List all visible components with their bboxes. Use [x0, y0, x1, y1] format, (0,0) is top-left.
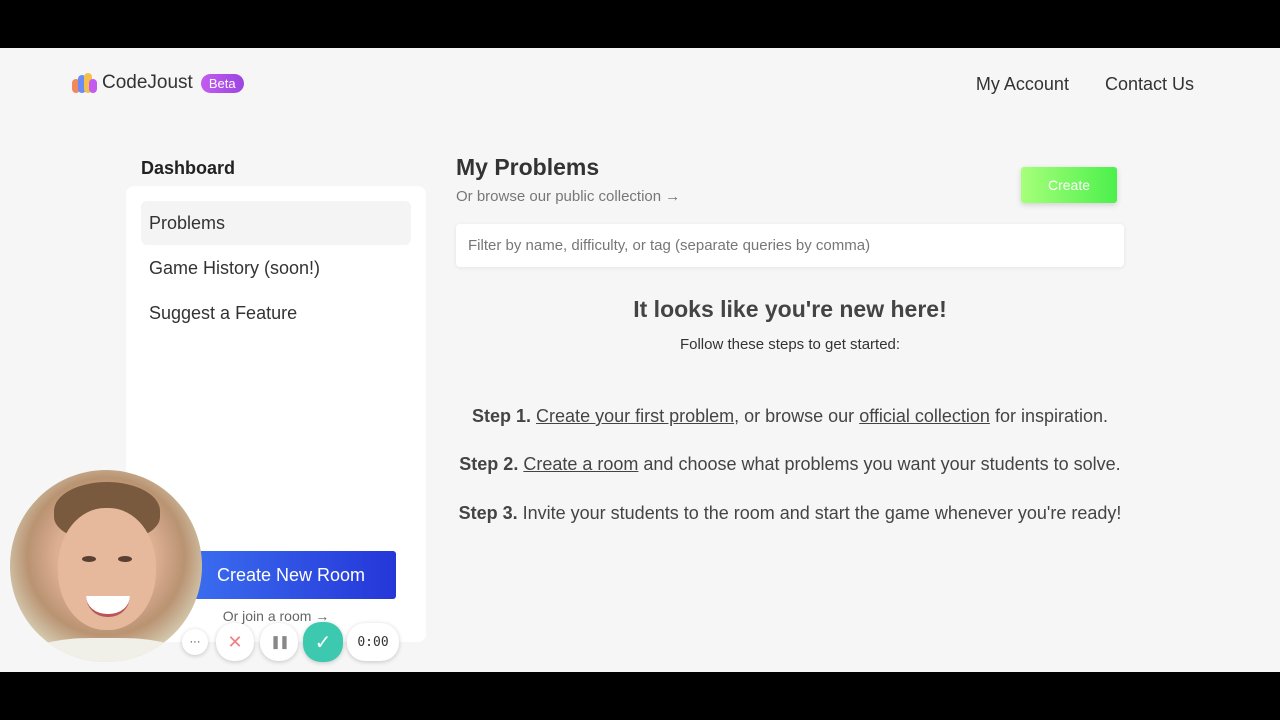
step-text: , or browse our	[734, 406, 860, 426]
top-nav: My Account Contact Us	[976, 74, 1194, 95]
cancel-recording-button[interactable]: ✕	[216, 623, 254, 661]
finish-recording-button[interactable]: ✓	[303, 622, 343, 662]
filter-input[interactable]	[456, 224, 1124, 267]
webcam-avatar	[10, 470, 202, 662]
brand-name: CodeJoust	[102, 72, 193, 93]
timer-text: 0:00	[357, 634, 389, 650]
step-text: and choose what problems you want your s…	[638, 454, 1121, 474]
step-text: Invite your students to the room and sta…	[517, 503, 1122, 523]
nav-my-account[interactable]: My Account	[976, 74, 1069, 95]
logo-icon	[72, 73, 97, 93]
page-title: My Problems	[456, 154, 600, 180]
check-icon: ✓	[314, 631, 332, 654]
create-new-room-button[interactable]: Create New Room	[186, 551, 396, 599]
more-icon: ···	[189, 636, 201, 648]
create-room-link[interactable]: Create a room	[523, 454, 638, 474]
create-first-problem-link[interactable]: Create your first problem	[536, 406, 734, 426]
step-label: Step 3.	[458, 503, 518, 523]
welcome-title: It looks like you're new here!	[633, 296, 947, 322]
sidebar-title: Dashboard	[141, 158, 236, 178]
close-icon: ✕	[227, 631, 243, 652]
beta-badge: Beta	[200, 73, 244, 93]
recording-timer: 0:00	[347, 623, 399, 661]
step-label: Step 1.	[472, 406, 532, 426]
create-problem-button[interactable]: Create	[1021, 167, 1117, 203]
brand-logo[interactable]: CodeJoust Beta	[72, 72, 244, 94]
step-3: Step 3. Invite your students to the room…	[440, 503, 1140, 524]
step-label: Step 2.	[459, 454, 519, 474]
step-text: for inspiration.	[989, 406, 1108, 426]
browse-public-collection-link[interactable]: Or browse our public collection →	[456, 188, 680, 205]
pause-icon: ❚❚	[270, 634, 290, 649]
nav-contact-us[interactable]: Contact Us	[1105, 74, 1194, 95]
sidebar-item-problems[interactable]: Problems	[141, 201, 411, 245]
step-1: Step 1. Create your first problem, or br…	[440, 406, 1140, 427]
pause-recording-button[interactable]: ❚❚	[260, 623, 298, 661]
sidebar-item-game-history[interactable]: Game History (soon!)	[141, 246, 411, 290]
step-2: Step 2. Create a room and choose what pr…	[440, 454, 1140, 475]
welcome-subtitle: Follow these steps to get started:	[679, 336, 901, 353]
sidebar-item-suggest-feature[interactable]: Suggest a Feature	[141, 291, 411, 335]
more-options-button[interactable]: ···	[182, 629, 208, 655]
official-collection-link[interactable]: official collection	[859, 406, 990, 426]
